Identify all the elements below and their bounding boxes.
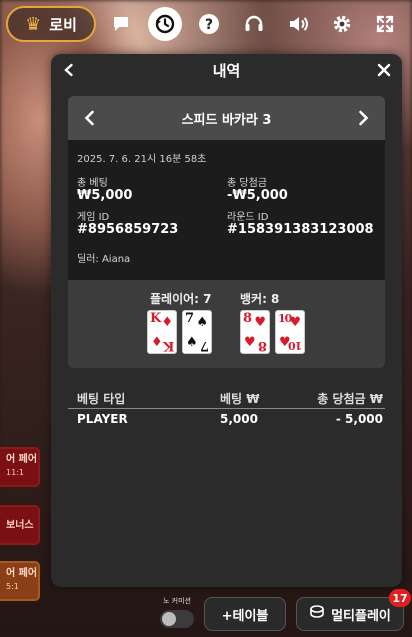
gear-icon[interactable] bbox=[325, 7, 359, 41]
banker-score: 뱅커: 8 bbox=[240, 292, 280, 306]
modal-header: 내역 bbox=[51, 54, 402, 86]
column-bet-amount: 베팅 ₩ bbox=[220, 392, 260, 406]
next-round-icon[interactable] bbox=[353, 108, 373, 128]
card-suit: ♦ bbox=[161, 315, 173, 330]
toggle-knob bbox=[162, 612, 176, 626]
headset-icon[interactable] bbox=[237, 7, 271, 41]
round-details: 2025. 7. 6. 21시 16분 58초 총 베팅 ₩5,000 총 당첨… bbox=[68, 140, 385, 280]
bet-type-cell: PLAYER bbox=[77, 412, 128, 426]
add-table-button[interactable]: +테이블 bbox=[204, 597, 286, 631]
total-win-value: -₩5,000 bbox=[227, 188, 288, 203]
history-icon[interactable] bbox=[148, 7, 182, 41]
column-total-win: 총 당첨금 ₩ bbox=[317, 392, 383, 406]
round-detail-card: 스피드 바카라 3 2025. 7. 6. 21시 16분 58초 총 베팅 ₩… bbox=[68, 96, 385, 368]
side-bet-either-pair[interactable]: 어 페어 5:1 bbox=[0, 561, 40, 601]
total-win-label: 총 당첨금 bbox=[227, 178, 267, 189]
chat-icon[interactable] bbox=[104, 7, 138, 41]
side-bet-bonus[interactable]: 보너스 bbox=[0, 505, 40, 545]
lobby-label: 로비 bbox=[49, 15, 77, 34]
history-modal: 내역 스피드 바카라 3 2025. 7. 6. 21시 16분 58초 총 베… bbox=[51, 54, 402, 587]
playing-card: 7 ♠ ♠ 7 bbox=[182, 310, 212, 354]
previous-round-icon[interactable] bbox=[80, 108, 100, 128]
no-commission-label: 노 커미션 bbox=[163, 597, 191, 605]
crown-icon: ♛ bbox=[25, 13, 42, 35]
bet-amount-cell: 5,000 bbox=[220, 412, 258, 426]
card-suit: ♥ bbox=[254, 315, 266, 330]
game-id-value: #8956859723 bbox=[77, 222, 179, 237]
side-bet-label: 어 페어 bbox=[6, 454, 38, 465]
modal-title: 내역 bbox=[212, 61, 241, 80]
help-icon[interactable]: ? bbox=[192, 7, 226, 41]
close-icon[interactable] bbox=[374, 60, 394, 80]
side-bet-label: 어 페어 bbox=[6, 568, 38, 579]
round-result: 플레이어: 7 뱅커: 8 K ♦ ♦ K 7 ♠ ♠ 7 8 ♥ ♥ 8 10… bbox=[68, 280, 385, 368]
total-bet-value: ₩5,000 bbox=[77, 188, 133, 203]
total-bet-label: 총 베팅 bbox=[77, 178, 108, 189]
volume-icon[interactable] bbox=[281, 7, 315, 41]
side-bet-label: 보너스 bbox=[6, 520, 34, 531]
back-icon[interactable] bbox=[59, 60, 79, 80]
card-rank: 7 bbox=[199, 338, 209, 353]
card-suit: ♦ bbox=[151, 335, 163, 350]
lobby-button[interactable]: ♛ 로비 bbox=[6, 6, 96, 42]
card-rank: K bbox=[150, 311, 162, 326]
card-rank: 10 bbox=[288, 339, 302, 352]
side-bet-payout: 11:1 bbox=[6, 468, 24, 477]
dealer-name: 딜러: Aiana bbox=[77, 254, 131, 265]
card-rank: K bbox=[162, 338, 174, 353]
svg-text:?: ? bbox=[205, 17, 213, 33]
playing-card: 10 ♥ ♥ 10 bbox=[275, 310, 305, 354]
side-bet-payout: 5:1 bbox=[6, 582, 19, 591]
multiplay-count-badge: 17 bbox=[389, 589, 411, 607]
playing-card: K ♦ ♦ K bbox=[147, 310, 177, 354]
multiplay-label: 멀티플레이 bbox=[331, 608, 391, 624]
fullscreen-icon[interactable] bbox=[368, 7, 402, 41]
playing-card: 8 ♥ ♥ 8 bbox=[240, 310, 270, 354]
multiplay-button[interactable]: 멀티플레이 bbox=[296, 597, 404, 631]
no-commission-toggle[interactable] bbox=[160, 610, 194, 628]
card-suit: ♠ bbox=[196, 315, 208, 330]
player-score: 플레이어: 7 bbox=[150, 292, 212, 306]
card-rank: 8 bbox=[257, 338, 267, 353]
card-suit: ♥ bbox=[244, 335, 256, 350]
round-id-label: 라운드 ID bbox=[227, 212, 269, 223]
card-rank: 8 bbox=[243, 311, 253, 326]
game-id-label: 게임 ID bbox=[77, 212, 110, 223]
total-win-cell: - 5,000 bbox=[335, 412, 383, 426]
side-bet-player-pair[interactable]: 어 페어 11:1 bbox=[0, 447, 40, 487]
table-row: PLAYER 5,000 - 5,000 bbox=[68, 409, 385, 429]
game-nav: 스피드 바카라 3 bbox=[68, 96, 385, 140]
card-suit: ♥ bbox=[289, 315, 301, 330]
round-datetime: 2025. 7. 6. 21시 16분 58초 bbox=[77, 154, 207, 165]
game-title: 스피드 바카라 3 bbox=[181, 112, 272, 128]
round-id-value: #158391383123008 bbox=[227, 222, 374, 237]
card-rank: 7 bbox=[185, 311, 195, 326]
column-bet-type: 베팅 타입 bbox=[77, 392, 126, 406]
bet-table-header: 베팅 타입 베팅 ₩ 총 당첨금 ₩ bbox=[68, 387, 385, 409]
multiplay-icon bbox=[309, 604, 325, 624]
card-suit: ♠ bbox=[186, 335, 198, 350]
